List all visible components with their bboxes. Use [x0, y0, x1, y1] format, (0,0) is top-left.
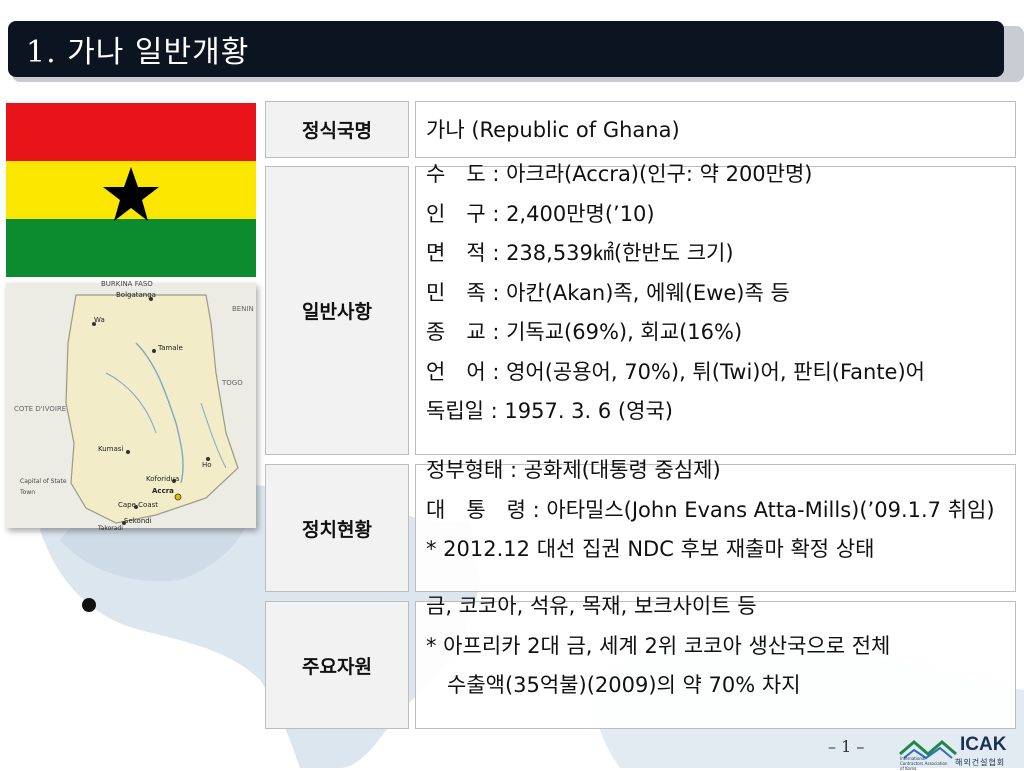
row-label: 주요자원	[302, 655, 372, 678]
content-line: 금, 코코아, 석유, 목재, 보크사이트 등	[426, 594, 757, 618]
row-content-official-name: 가나 (Republic of Ghana)	[415, 101, 1016, 158]
content-line: 민 족 : 아칸(Akan)족, 에웨(Ewe)족 등	[426, 280, 790, 305]
map-label: TOGO	[222, 379, 243, 387]
map-label: COTE D'IVOIRE	[14, 405, 67, 413]
content-line: 대 통 령 : 아타밀스(John Evans Atta-Mills)(’09.…	[426, 497, 995, 522]
title-bar: 1. 가나 일반개황	[8, 21, 1004, 77]
ghana-map: BURKINA FASO Bolgatanga Wa Tamale BENIN …	[6, 280, 256, 532]
black-star-icon	[103, 167, 159, 221]
content-line: 수출액(35억불)(2009)의 약 70% 차지	[426, 673, 801, 697]
content-line: 인 구 : 2,400만명(’10)	[426, 201, 655, 226]
page-title: 1. 가나 일반개황	[26, 35, 250, 70]
map-legend-capital: Capital of State	[20, 478, 67, 485]
content-line: 독립일 : 1957. 3. 6 (영국)	[426, 399, 673, 423]
row-content-resources: 금, 코코아, 석유, 목재, 보크사이트 등 * 아프리카 2대 금, 세계 …	[415, 594, 1016, 729]
map-legend-town: Town	[20, 489, 36, 496]
map-label: Takoradi	[98, 525, 123, 532]
content-line: 가나 (Republic of Ghana)	[426, 118, 680, 142]
map-label: Kumasi	[98, 445, 124, 453]
row-label: 정식국명	[302, 120, 372, 142]
row-label-official-name: 정식국명	[265, 101, 409, 158]
content-line: 언 어 : 영어(공용어, 70%), 튀(Twi)어, 판티(Fante)어	[426, 359, 925, 384]
map-label: Tamale	[158, 344, 183, 352]
map-label: Cape Coast	[118, 501, 159, 509]
row-label-politics: 정치현황	[265, 464, 409, 592]
logo-small-text: International Contractors Association of…	[900, 756, 948, 771]
row-label-general: 일반사항	[265, 166, 409, 455]
content-line: 수 도 : 아크라(Accra)(인구: 약 200만명)	[426, 162, 813, 186]
row-content-politics: 정부형태 : 공화제(대통령 중심제) 대 통 령 : 아타밀스(John Ev…	[415, 458, 1016, 592]
map-label: Bolgatanga	[116, 291, 156, 299]
content-line: * 2012.12 대선 집권 NDC 후보 재출마 확정 상태	[426, 537, 875, 561]
flag-red-stripe	[6, 103, 256, 161]
map-label: Accra	[152, 487, 174, 495]
content-line: * 아프리카 2대 금, 세계 2위 코코아 생산국으로 전체	[426, 633, 891, 658]
map-label: BURKINA FASO	[101, 280, 153, 288]
row-label-resources: 주요자원	[265, 601, 409, 729]
content-line: 종 교 : 기독교(69%), 회교(16%)	[426, 320, 743, 344]
logo-text: ICAK	[960, 734, 1007, 755]
row-content-general: 수 도 : 아크라(Accra)(인구: 약 200만명) 인 구 : 2,40…	[415, 162, 1016, 455]
row-label: 정치현황	[302, 518, 372, 541]
row-label: 일반사항	[302, 301, 372, 323]
map-label: Sekondi	[124, 517, 152, 525]
map-label: BENIN	[232, 305, 254, 313]
page-number: – 1 –	[828, 737, 865, 756]
map-label: Wa	[94, 316, 105, 324]
map-label: Ho	[202, 461, 212, 469]
map-label: Koforidua	[146, 475, 180, 483]
logo-subtitle: 해외건설협회	[955, 758, 1006, 767]
location-pin-icon	[82, 598, 96, 612]
content-line: 정부형태 : 공화제(대통령 중심제)	[426, 458, 721, 482]
flag-green-stripe	[6, 219, 256, 277]
ghana-flag	[6, 103, 256, 277]
content-line: 면 적 : 238,539㎢(한반도 크기)	[426, 241, 734, 265]
